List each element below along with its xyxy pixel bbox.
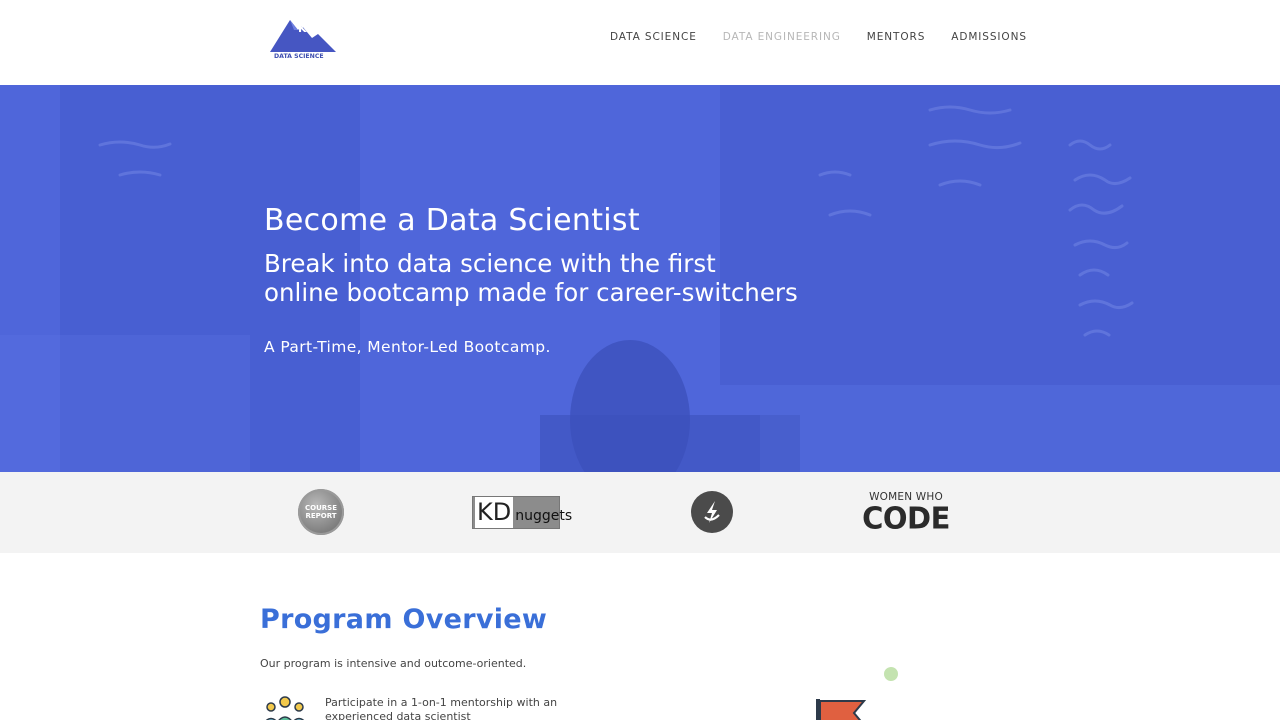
- kdnuggets-nuggets: nuggets: [515, 508, 573, 524]
- hero-subtitle-line1: Break into data science with the first: [264, 249, 716, 278]
- site-header: K2 DATA SCIENCE DATA SCIENCE DATA ENGINE…: [0, 0, 1280, 85]
- program-overview-title: Program Overview: [260, 604, 548, 635]
- program-overview-description: Our program is intensive and outcome-ori…: [260, 657, 527, 670]
- course-report-text-1: COURSE: [305, 504, 337, 512]
- nav-admissions[interactable]: ADMISSIONS: [951, 30, 1027, 44]
- logo-text: DATA SCIENCE: [274, 53, 324, 60]
- hero-title: Become a Data Scientist: [264, 203, 640, 238]
- feature-mentorship: Participate in a 1-on-1 mentorship with …: [260, 694, 580, 720]
- logo-mark: K2: [298, 22, 314, 35]
- kdnuggets-logo[interactable]: KD nuggets: [472, 488, 572, 536]
- flag-icon: [814, 697, 874, 720]
- feature-mentorship-text: Participate in a 1-on-1 mentorship with …: [325, 696, 558, 720]
- main-nav: DATA SCIENCE DATA ENGINEERING MENTORS AD…: [610, 30, 1027, 44]
- nav-data-science[interactable]: DATA SCIENCE: [610, 30, 697, 44]
- nav-data-engineering[interactable]: DATA ENGINEERING: [723, 30, 841, 44]
- women-who-code-logo[interactable]: WOMEN WHO CODE: [860, 488, 952, 536]
- wwc-line2: CODE: [862, 500, 950, 536]
- hero-banner: Become a Data Scientist Break into data …: [0, 85, 1280, 472]
- hero-subtitle-line2: online bootcamp made for career-switcher…: [264, 278, 798, 307]
- hero-text-block: Become a Data Scientist Break into data …: [264, 203, 798, 357]
- press-logos-bar: COURSE REPORT KD nuggets WOMEN WHO CODE: [0, 472, 1280, 553]
- course-report-text-2: REPORT: [305, 512, 337, 520]
- hero-subtitle: Break into data science with the first o…: [264, 249, 798, 307]
- switchup-icon: [691, 491, 733, 533]
- switchup-logo[interactable]: [690, 488, 734, 536]
- mountain-logo-icon: K2 DATA SCIENCE: [270, 20, 336, 60]
- k2-logo[interactable]: K2 DATA SCIENCE: [268, 8, 340, 64]
- course-report-logo[interactable]: COURSE REPORT: [297, 488, 345, 536]
- kdnuggets-box: KD nuggets: [472, 495, 572, 529]
- hero-tagline: A Part-Time, Mentor-Led Bootcamp.: [264, 338, 551, 356]
- course-report-badge: COURSE REPORT: [298, 489, 344, 535]
- decorative-dot: [884, 667, 898, 681]
- kdnuggets-kd: KD: [475, 496, 514, 528]
- people-group-icon: [260, 694, 310, 720]
- nav-mentors[interactable]: MENTORS: [867, 30, 926, 44]
